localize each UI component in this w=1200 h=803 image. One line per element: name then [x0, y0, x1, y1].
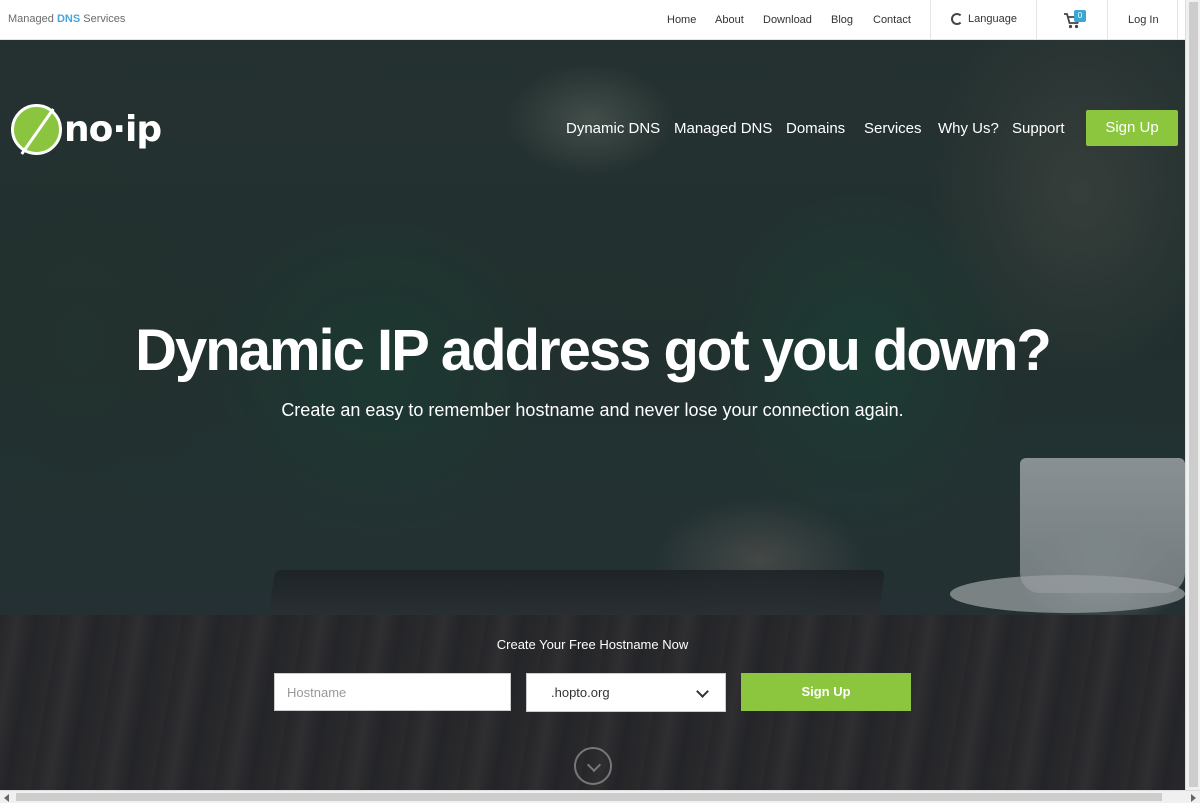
noip-logo[interactable]: no·ip — [11, 104, 162, 155]
tagline: Managed DNS Services — [8, 13, 125, 25]
cart-count-badge: 0 — [1074, 10, 1086, 22]
tagline-highlight: DNS — [56, 13, 81, 25]
vertical-scrollbar[interactable] — [1185, 0, 1200, 790]
hostname-signup-button[interactable]: Sign Up — [741, 673, 911, 711]
divider — [1036, 0, 1037, 40]
tagline-suffix: Services — [83, 13, 126, 25]
login-link[interactable]: Log In — [1128, 14, 1159, 26]
horizontal-scrollbar[interactable] — [0, 790, 1200, 803]
hero-section: no·ip Dynamic DNS Managed DNS Domains Se… — [0, 40, 1185, 790]
noip-logo-icon — [11, 104, 62, 155]
nav-services[interactable]: Services — [864, 120, 922, 137]
hero-subheadline: Create an easy to remember hostname and … — [281, 400, 904, 420]
domain-select-value: .hopto.org — [551, 685, 610, 700]
scroll-down-icon[interactable] — [574, 747, 612, 785]
domain-select[interactable]: .hopto.org — [526, 673, 726, 712]
chevron-down-icon — [696, 685, 709, 698]
divider — [1177, 0, 1178, 40]
horizontal-scrollbar-thumb[interactable] — [16, 793, 1162, 801]
nav-signup-button[interactable]: Sign Up — [1086, 110, 1178, 146]
top-link-download[interactable]: Download — [763, 14, 812, 26]
nav-why-us[interactable]: Why Us? — [938, 120, 999, 137]
nav-domains[interactable]: Domains — [786, 120, 845, 137]
hostname-input[interactable] — [274, 673, 511, 711]
globe-icon — [951, 13, 963, 25]
nav-support[interactable]: Support — [1012, 120, 1065, 137]
top-utility-bar: Managed DNS Services Home About Download… — [0, 0, 1185, 40]
divider — [1107, 0, 1108, 40]
language-selector[interactable]: Language — [951, 13, 1017, 25]
nav-dynamic-dns[interactable]: Dynamic DNS — [566, 120, 660, 137]
nav-managed-dns[interactable]: Managed DNS — [674, 120, 772, 137]
logo-text: no·ip — [64, 109, 162, 150]
tagline-prefix: Managed — [8, 13, 54, 25]
top-link-about[interactable]: About — [715, 14, 744, 26]
top-link-home[interactable]: Home — [667, 14, 696, 26]
scroll-left-icon[interactable] — [4, 794, 9, 802]
hostname-form-title: Create Your Free Hostname Now — [496, 637, 689, 652]
language-label: Language — [968, 13, 1017, 25]
top-link-contact[interactable]: Contact — [873, 14, 911, 26]
vertical-scrollbar-thumb[interactable] — [1189, 2, 1198, 787]
hero-headline: Dynamic IP address got you down? — [135, 318, 1052, 383]
divider — [930, 0, 931, 40]
scroll-right-icon[interactable] — [1191, 794, 1196, 802]
top-link-blog[interactable]: Blog — [831, 14, 853, 26]
